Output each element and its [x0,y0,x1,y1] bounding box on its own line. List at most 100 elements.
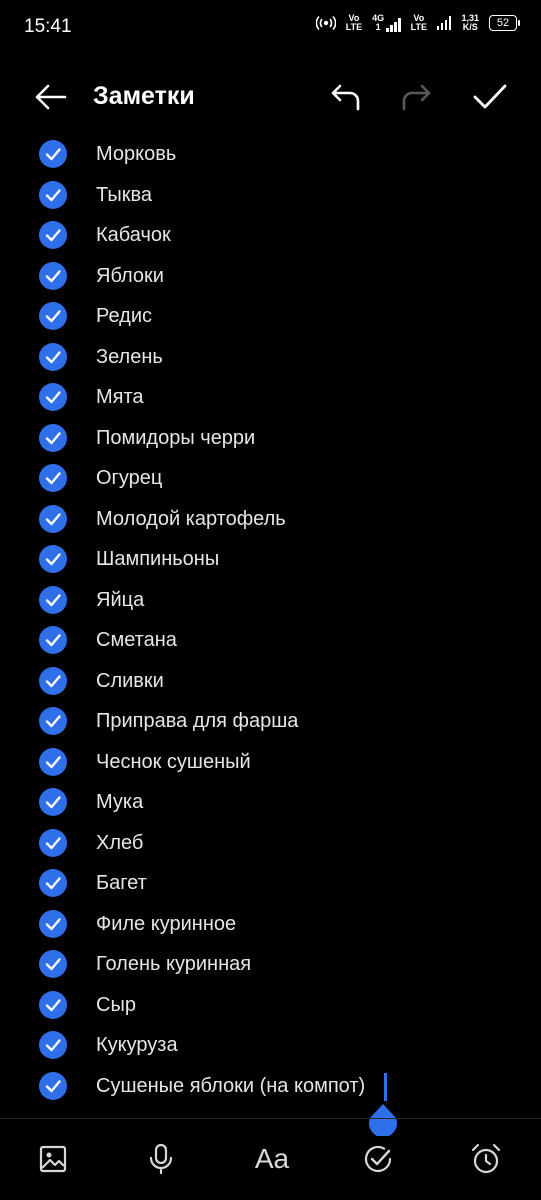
checkbox-checked-icon[interactable] [39,261,67,290]
alarm-clock-icon [471,1143,501,1174]
signal-sim1: 4G 1 [372,14,401,32]
list-item: Морковь [0,134,541,175]
insert-image-button[interactable] [36,1142,70,1176]
list-item: Голень куринная [0,944,541,985]
list-item: Чеснок сушеный [0,742,541,783]
text-format-button[interactable]: Aa [252,1142,292,1176]
checkbox-checked-icon[interactable] [39,626,67,654]
list-item-label[interactable]: Кукуруза [96,1034,178,1057]
checkbox-checked-icon[interactable] [39,140,67,168]
microphone-icon [149,1143,173,1175]
volte-indicator: Vo LTE [345,13,363,32]
undo-icon[interactable] [328,80,364,114]
list-item-label[interactable]: Приправа для фарша [96,710,298,733]
list-item: Мята [0,377,541,418]
checkbox-checked-icon[interactable] [39,950,67,978]
list-item-label[interactable]: Сметана [96,629,177,652]
checkbox-checked-icon[interactable] [39,221,67,249]
list-item-label[interactable]: Молодой картофель [96,508,286,531]
checklist-icon [364,1145,392,1173]
list-item-label[interactable]: Мята [96,386,144,409]
checkbox-checked-icon[interactable] [39,707,67,735]
checkbox-checked-icon[interactable] [39,1031,67,1059]
list-item: Шампиньоны [0,539,541,580]
list-item: Яблоки [0,256,541,297]
list-item-label[interactable]: Огурец [96,467,162,490]
checkbox-checked-icon[interactable] [39,747,67,776]
list-item-label[interactable]: Багет [96,872,147,895]
status-bar: 15:41 Vo LTE 4G 1 Vo LTE 1,31 K/S 52 [0,0,541,56]
battery-indicator: 52 [489,15,520,31]
checklist-button[interactable] [361,1142,395,1176]
list-item: Огурец [0,458,541,499]
voice-input-button[interactable] [144,1142,178,1176]
list-item-label[interactable]: Филе куринное [96,913,236,936]
toolbar-divider [0,1118,541,1119]
list-item-label[interactable]: Голень куринная [96,953,251,976]
signal-bars-icon [386,18,401,32]
checkbox-checked-icon[interactable] [39,828,67,857]
text-cursor [384,1073,387,1101]
app-header: Заметки [0,68,541,126]
checkbox-checked-icon[interactable] [39,788,67,816]
reminder-button[interactable] [469,1142,503,1176]
list-item-label[interactable]: Зелень [96,346,163,369]
list-item: Филе куринное [0,904,541,945]
checkbox-checked-icon[interactable] [39,302,67,330]
list-item: Редис [0,296,541,337]
checkbox-checked-icon[interactable] [39,990,67,1019]
list-item: Сушеные яблоки (на компот) [0,1066,541,1107]
list-item: Сливки [0,661,541,702]
status-time: 15:41 [24,16,72,37]
list-item-label[interactable]: Чеснок сушеный [96,751,251,774]
checkbox-checked-icon[interactable] [39,504,67,533]
network-speed: 1,31 K/S [461,13,479,32]
checkbox-checked-icon[interactable] [39,383,67,411]
list-item-label[interactable]: Хлеб [96,832,143,855]
checkbox-checked-icon[interactable] [39,1071,67,1100]
list-item: Приправа для фарша [0,701,541,742]
volte-indicator-2: Vo LTE [410,13,427,32]
list-item-label[interactable]: Яйца [96,589,144,612]
checkbox-checked-icon[interactable] [39,909,67,938]
list-item-label[interactable]: Кабачок [96,224,171,247]
signal-bars-icon-2 [436,16,452,30]
list-item: Мука [0,782,541,823]
checkbox-checked-icon[interactable] [39,464,67,492]
status-icons: Vo LTE 4G 1 Vo LTE 1,31 K/S 52 [315,13,520,32]
list-item-label[interactable]: Морковь [96,143,176,166]
list-item-label[interactable]: Редис [96,305,152,328]
redo-icon[interactable] [398,80,434,114]
list-item: Зелень [0,337,541,378]
checkbox-checked-icon[interactable] [39,423,67,452]
checklist: Морковь Тыква Кабачок Яблоки Редис Зелень Мята… [0,134,541,1106]
list-item: Сыр [0,985,541,1026]
list-item: Тыква [0,175,541,216]
checkbox-checked-icon[interactable] [39,180,67,209]
list-item: Сметана [0,620,541,661]
list-item-label[interactable]: Тыква [96,184,152,207]
back-arrow-icon[interactable] [32,81,68,113]
checkbox-checked-icon[interactable] [39,869,67,897]
list-item: Молодой картофель [0,499,541,540]
bottom-toolbar: Aa [0,1130,541,1190]
list-item-label[interactable]: Мука [96,791,143,814]
list-item: Хлеб [0,823,541,864]
checkbox-checked-icon[interactable] [39,666,67,695]
list-item: Яйца [0,580,541,621]
page-title: Заметки [93,82,195,110]
list-item: Кабачок [0,215,541,256]
list-item-label[interactable]: Сушеные яблоки (на компот) [96,1075,365,1098]
checkbox-checked-icon[interactable] [39,585,67,614]
list-item-label[interactable]: Сыр [96,994,136,1017]
list-item-label[interactable]: Сливки [96,670,164,693]
list-item-label[interactable]: Шампиньоны [96,548,219,571]
checkbox-checked-icon[interactable] [39,342,67,371]
hotspot-icon [315,15,336,31]
save-check-icon[interactable] [470,80,510,114]
checkbox-checked-icon[interactable] [39,545,67,573]
image-icon [39,1145,67,1173]
list-item-label[interactable]: Яблоки [96,265,164,288]
list-item: Багет [0,863,541,904]
list-item-label[interactable]: Помидоры черри [96,427,255,450]
